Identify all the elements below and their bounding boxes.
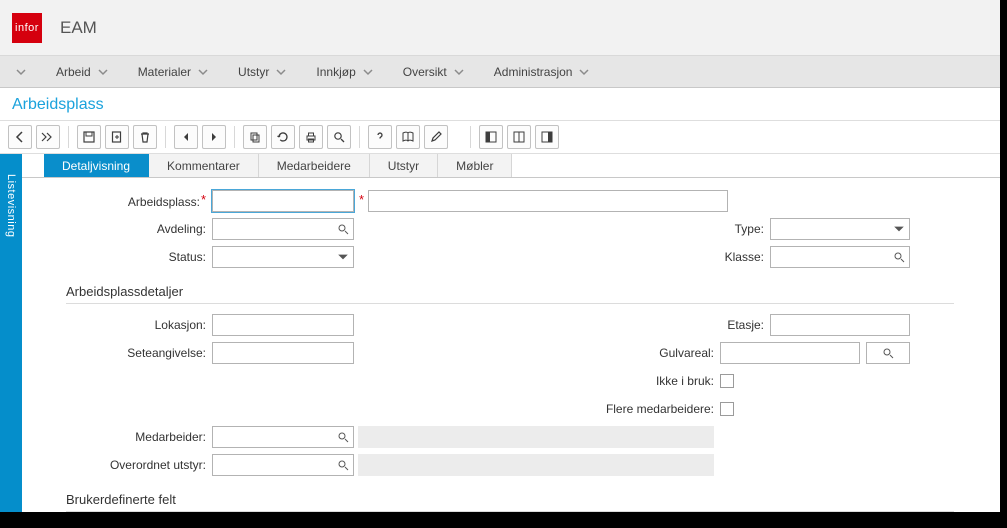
edit-button[interactable] <box>424 125 448 149</box>
print-button[interactable] <box>299 125 323 149</box>
chevron-down-icon <box>361 65 375 79</box>
section-brukerdefinerte-felt: Brukerdefinerte felt <box>66 492 954 512</box>
pane-right-button[interactable] <box>535 125 559 149</box>
label-arbeidsplass: Arbeidsplass: <box>128 195 200 209</box>
tab-detaljvisning[interactable]: Detaljvisning <box>44 154 149 177</box>
tab-medarbeidere[interactable]: Medarbeidere <box>259 154 370 177</box>
menu-utstyr[interactable]: Utstyr <box>238 65 288 79</box>
chevron-down-icon[interactable] <box>335 249 351 265</box>
gulvareal-input[interactable] <box>720 342 860 364</box>
book-button[interactable] <box>396 125 420 149</box>
delete-button[interactable] <box>133 125 157 149</box>
label-lokasjon: Lokasjon: <box>22 318 212 332</box>
label-flere-medarbeidere: Flere medarbeidere: <box>570 402 720 416</box>
search-button[interactable] <box>327 125 351 149</box>
label-etasje: Etasje: <box>650 318 770 332</box>
arbeidsplass-desc-input[interactable] <box>368 190 728 212</box>
avdeling-input[interactable] <box>212 218 354 240</box>
chevron-down-icon <box>452 65 466 79</box>
seteangivelse-input[interactable] <box>212 342 354 364</box>
medarbeider-desc <box>358 426 714 448</box>
lookup-icon[interactable] <box>335 221 351 237</box>
menu-oversikt[interactable]: Oversikt <box>403 65 466 79</box>
lookup-icon[interactable] <box>335 429 351 445</box>
menu-innkjop[interactable]: Innkjøp <box>316 65 374 79</box>
overordnet-utstyr-input[interactable] <box>212 454 354 476</box>
refresh-button[interactable] <box>271 125 295 149</box>
pane-split-button[interactable] <box>507 125 531 149</box>
medarbeider-input[interactable] <box>212 426 354 448</box>
pane-left-button[interactable] <box>479 125 503 149</box>
label-seteangivelse: Seteangivelse: <box>22 346 212 360</box>
lokasjon-input[interactable] <box>212 314 354 336</box>
menu-caret-icon[interactable] <box>14 65 28 79</box>
required-icon: * <box>201 192 206 207</box>
toolbar <box>0 120 1000 154</box>
tab-mobler[interactable]: Møbler <box>438 154 512 177</box>
chevron-down-icon <box>577 65 591 79</box>
back-button[interactable] <box>8 125 32 149</box>
lookup-icon[interactable] <box>335 457 351 473</box>
lookup-icon[interactable] <box>891 249 907 265</box>
infor-logo: infor <box>12 13 42 43</box>
chevron-down-icon <box>196 65 210 79</box>
new-button[interactable] <box>105 125 129 149</box>
label-overordnet-utstyr: Overordnet utstyr: <box>22 458 212 472</box>
next-record-button[interactable] <box>202 125 226 149</box>
label-gulvareal: Gulvareal: <box>600 346 720 360</box>
etasje-input[interactable] <box>770 314 910 336</box>
label-ikke-i-bruk: Ikke i bruk: <box>600 374 720 388</box>
save-button[interactable] <box>77 125 101 149</box>
back-history-button[interactable] <box>36 125 60 149</box>
menu-materialer[interactable]: Materialer <box>138 65 210 79</box>
label-type: Type: <box>650 222 770 236</box>
menu-arbeid[interactable]: Arbeid <box>56 65 110 79</box>
label-status: Status: <box>22 250 212 264</box>
chevron-down-icon[interactable] <box>891 221 907 237</box>
app-header: infor EAM <box>0 0 1000 56</box>
overordnet-utstyr-desc <box>358 454 714 476</box>
tab-bar: Detaljvisning Kommentarer Medarbeidere U… <box>22 154 1000 178</box>
type-select[interactable] <box>770 218 910 240</box>
chevron-down-icon <box>274 65 288 79</box>
tab-utstyr[interactable]: Utstyr <box>370 154 438 177</box>
copy-button[interactable] <box>243 125 267 149</box>
chevron-down-icon <box>96 65 110 79</box>
menubar: Arbeid Materialer Utstyr Innkjøp Oversik… <box>0 56 1000 88</box>
flere-medarbeidere-checkbox[interactable] <box>720 402 734 416</box>
prev-record-button[interactable] <box>174 125 198 149</box>
menu-administrasjon[interactable]: Administrasjon <box>494 65 592 79</box>
page-title: Arbeidsplass <box>0 88 1000 120</box>
app-title: EAM <box>60 18 97 38</box>
label-klasse: Klasse: <box>650 250 770 264</box>
tab-kommentarer[interactable]: Kommentarer <box>149 154 259 177</box>
section-arbeidsplassdetaljer: Arbeidsplassdetaljer <box>66 284 954 304</box>
ikke-i-bruk-checkbox[interactable] <box>720 374 734 388</box>
help-button[interactable] <box>368 125 392 149</box>
gulvareal-uom-lookup[interactable] <box>866 342 910 364</box>
side-rail-listevisning[interactable]: Listevisning <box>0 154 22 512</box>
required-icon: * <box>359 192 364 207</box>
arbeidsplass-input[interactable] <box>212 190 354 212</box>
status-select[interactable] <box>212 246 354 268</box>
label-medarbeider: Medarbeider: <box>22 430 212 444</box>
klasse-input[interactable] <box>770 246 910 268</box>
label-avdeling: Avdeling: <box>22 222 212 236</box>
